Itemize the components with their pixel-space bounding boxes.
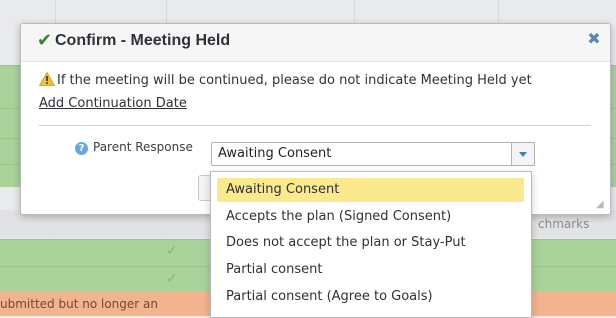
option-awaiting-consent[interactable]: Awaiting Consent <box>217 178 524 202</box>
parent-response-select[interactable]: Awaiting Consent <box>211 142 535 166</box>
check-icon: ✓ <box>166 243 178 259</box>
warning-icon <box>39 72 55 86</box>
chevron-down-icon <box>519 152 527 157</box>
row-text: chmarks <box>538 217 590 231</box>
check-icon: ✔ <box>37 30 53 51</box>
dialog-header: ✔ Confirm - Meeting Held ✖ <box>21 24 610 62</box>
resize-grip-icon[interactable]: ◢ <box>596 200 606 210</box>
parent-response-options: Awaiting Consent Accepts the plan (Signe… <box>210 171 532 318</box>
parent-response-label: Parent Response <box>93 140 193 154</box>
close-icon[interactable]: ✖ <box>587 31 601 47</box>
option-partial-consent-goals[interactable]: Partial consent (Agree to Goals) <box>217 285 524 309</box>
dropdown-toggle-button[interactable] <box>511 142 535 166</box>
divider <box>39 125 591 126</box>
warning-message: If the meeting will be continued, please… <box>39 72 532 88</box>
row-text: ubmitted but no longer an <box>0 297 158 311</box>
add-continuation-date-link[interactable]: Add Continuation Date <box>39 96 187 111</box>
dialog-title: Confirm - Meeting Held <box>55 32 231 49</box>
select-value: Awaiting Consent <box>218 146 332 161</box>
check-icon: ✓ <box>166 271 178 287</box>
option-does-not-accept[interactable]: Does not accept the plan or Stay-Put <box>217 231 524 255</box>
option-partial-consent[interactable]: Partial consent <box>217 258 524 282</box>
question-circle-icon[interactable]: ? <box>75 142 88 155</box>
option-accepts-plan[interactable]: Accepts the plan (Signed Consent) <box>217 205 524 229</box>
warning-text: If the meeting will be continued, please… <box>57 73 532 88</box>
